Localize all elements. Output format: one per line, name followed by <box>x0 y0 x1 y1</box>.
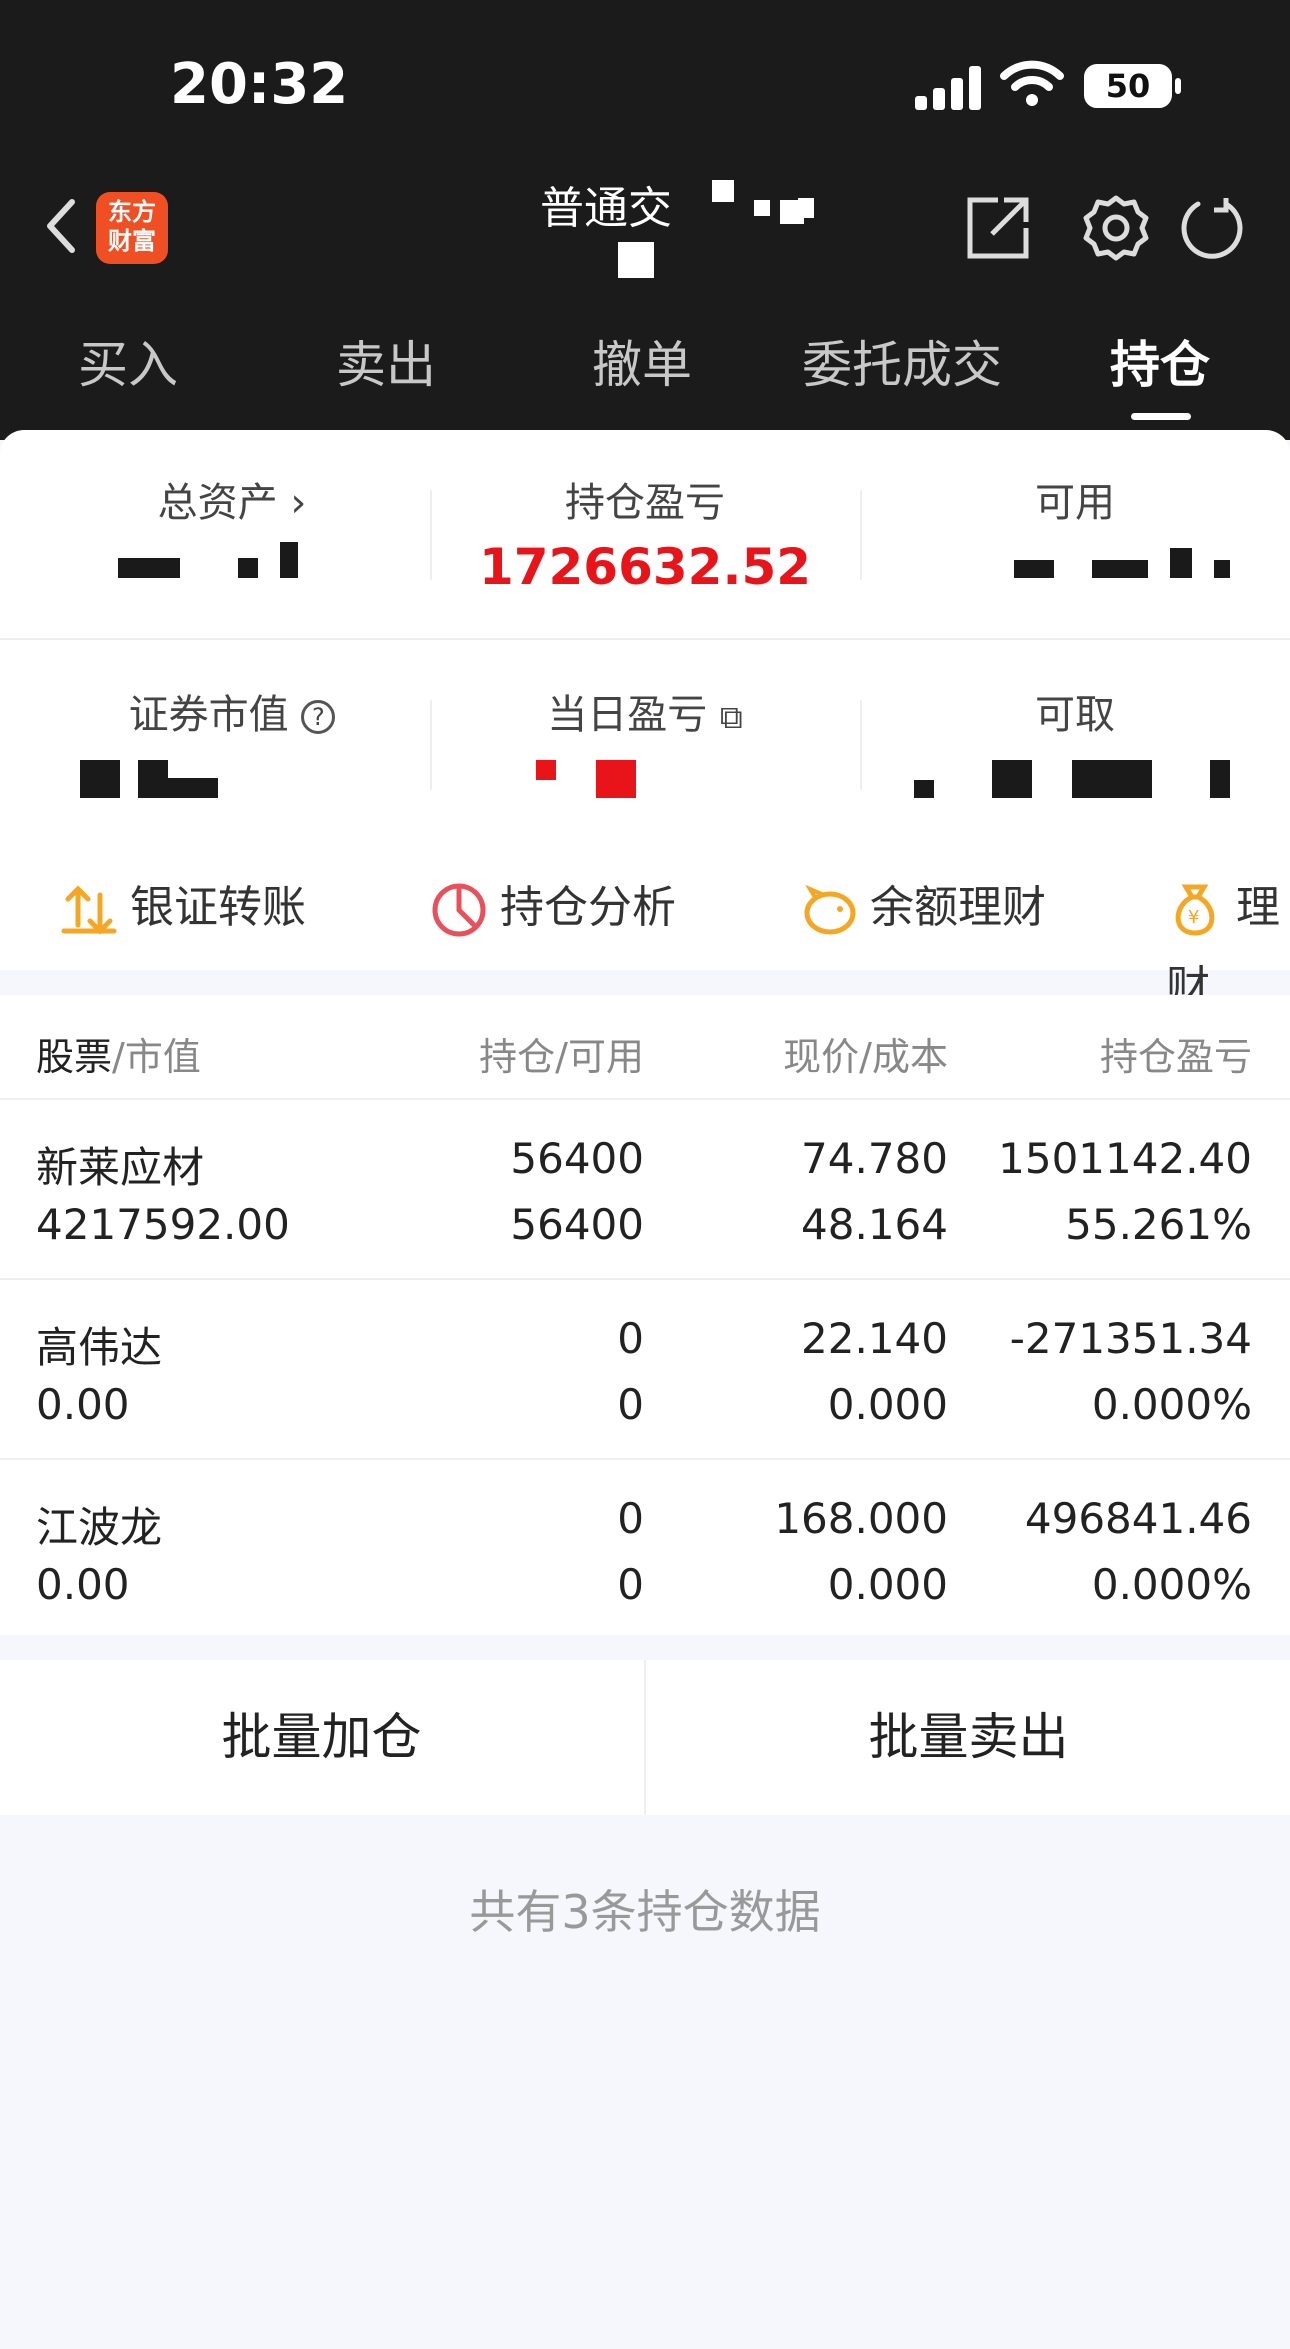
stock-market-value: 0.00 <box>36 1380 130 1429</box>
tab-orders[interactable]: 委托成交 <box>792 325 1012 397</box>
redacted-value <box>138 760 168 798</box>
redacted-value <box>1170 548 1192 578</box>
redacted-block <box>618 242 654 278</box>
current-price: 22.140 <box>801 1314 948 1363</box>
money-bag-icon: ¥ <box>1175 884 1215 936</box>
total-assets-label[interactable]: 总资产 › <box>32 470 432 528</box>
daily-pl-label[interactable]: 当日盈亏 ⧉ <box>445 682 845 740</box>
balance-finance-button[interactable]: 余额理财 <box>800 868 1046 948</box>
available-qty: 56400 <box>510 1200 644 1249</box>
stock-name: 江波龙 <box>36 1503 163 1552</box>
wifi-icon <box>1000 60 1064 106</box>
active-tab-indicator <box>1131 413 1191 420</box>
available-qty: 0 <box>617 1380 644 1429</box>
bank-transfer-button[interactable]: 银证转账 <box>60 868 306 948</box>
positions-count-text: 共有3条持仓数据 <box>469 1885 821 1939</box>
svg-text:¥: ¥ <box>1188 907 1199 928</box>
app-logo: 东方财富 <box>96 192 168 264</box>
market-value-label[interactable]: 证券市值 ? <box>32 682 432 740</box>
share-icon[interactable] <box>964 194 1032 262</box>
redacted-value <box>1014 560 1054 578</box>
current-price: 168.000 <box>774 1494 948 1543</box>
divider <box>430 490 432 580</box>
table-row[interactable]: 江波龙 0.00 0 0 168.000 0.000 496841.46 0.0… <box>0 1458 1290 1638</box>
cost-price: 48.164 <box>801 1200 948 1249</box>
position-pl-pct: 55.261% <box>1065 1200 1252 1249</box>
header-holding: 持仓/可用 <box>479 1035 644 1079</box>
trade-tabs: 买入 卖出 撤单 委托成交 持仓 <box>0 325 1290 405</box>
position-pl: 1501142.40 <box>998 1134 1252 1183</box>
redacted-value <box>596 760 636 798</box>
header-pl: 持仓盈亏 <box>1099 1035 1252 1079</box>
redacted-value <box>1092 560 1148 578</box>
battery-cap <box>1175 78 1181 94</box>
cost-price: 0.000 <box>827 1380 948 1429</box>
gear-icon[interactable] <box>1082 194 1150 262</box>
batch-add-button[interactable]: 批量加仓 <box>0 1660 643 1815</box>
redacted-value <box>1072 760 1152 798</box>
tab-buy[interactable]: 买入 <box>38 325 218 397</box>
redacted-value <box>1210 760 1230 798</box>
tab-cancel[interactable]: 撤单 <box>552 325 732 397</box>
holding-qty: 56400 <box>510 1134 644 1183</box>
available-label: 可用 <box>1035 480 1115 526</box>
position-pl-pct: 0.000% <box>1091 1380 1252 1429</box>
battery-icon: 50 <box>1084 64 1172 108</box>
holding-qty: 0 <box>617 1314 644 1363</box>
pie-chart-icon <box>432 883 486 937</box>
status-time: 20:32 <box>170 52 349 117</box>
divider <box>860 490 862 580</box>
stock-market-value: 4217592.00 <box>36 1200 290 1249</box>
withdrawable-label: 可取 <box>1035 692 1115 738</box>
account-title[interactable]: 普通交 <box>540 172 672 236</box>
position-pl-label: 持仓盈亏 <box>565 480 725 526</box>
redacted-value <box>536 760 556 780</box>
holding-qty: 0 <box>617 1494 644 1543</box>
cellular-signal-icon <box>915 64 987 110</box>
current-price: 74.780 <box>801 1134 948 1183</box>
redacted-value <box>80 760 120 798</box>
header-stock: 股票/市值 <box>36 1035 201 1079</box>
position-pl-value: 1726632.52 <box>478 538 812 596</box>
position-analysis-button[interactable]: 持仓分析 <box>430 868 676 948</box>
cost-price: 0.000 <box>827 1560 948 1609</box>
redacted-block <box>754 200 770 216</box>
redacted-value <box>168 778 218 798</box>
header-price: 现价/成本 <box>783 1035 948 1079</box>
available-qty: 0 <box>617 1560 644 1609</box>
piggy-bank-icon <box>804 884 856 935</box>
divider <box>644 1660 646 1815</box>
divider <box>0 638 1290 640</box>
redacted-value <box>238 558 258 578</box>
refresh-icon[interactable] <box>1178 194 1246 262</box>
stock-name: 新莱应材 <box>36 1143 205 1192</box>
divider <box>860 700 862 790</box>
help-icon[interactable]: ? <box>301 700 336 734</box>
redacted-value <box>280 542 298 578</box>
position-pl-pct: 0.000% <box>1091 1560 1252 1609</box>
tab-sell[interactable]: 卖出 <box>296 325 476 397</box>
stock-market-value: 0.00 <box>36 1560 130 1609</box>
batch-sell-button[interactable]: 批量卖出 <box>647 1660 1290 1815</box>
redacted-block <box>798 198 814 218</box>
table-row[interactable]: 新莱应材 4217592.00 56400 56400 74.780 48.16… <box>0 1098 1290 1278</box>
position-pl: -271351.34 <box>1009 1314 1252 1363</box>
batch-actions: 批量加仓 批量卖出 <box>0 1660 1290 1815</box>
redacted-value <box>118 558 180 578</box>
back-chevron-icon[interactable] <box>40 196 82 256</box>
tab-positions[interactable]: 持仓 <box>1070 325 1250 397</box>
redacted-value <box>914 780 934 798</box>
table-row[interactable]: 高伟达 0.00 0 0 22.140 0.000 -271351.34 0.0… <box>0 1278 1290 1458</box>
position-pl: 496841.46 <box>1024 1494 1252 1543</box>
wealth-management-button[interactable]: ¥ 理财 <box>1166 868 1290 1013</box>
redacted-block <box>712 180 734 202</box>
redacted-value <box>1214 560 1230 578</box>
stock-name: 高伟达 <box>36 1323 163 1372</box>
divider <box>430 700 432 790</box>
transfer-icon <box>61 885 117 935</box>
external-link-icon[interactable]: ⧉ <box>720 698 743 736</box>
redacted-value <box>992 760 1032 798</box>
